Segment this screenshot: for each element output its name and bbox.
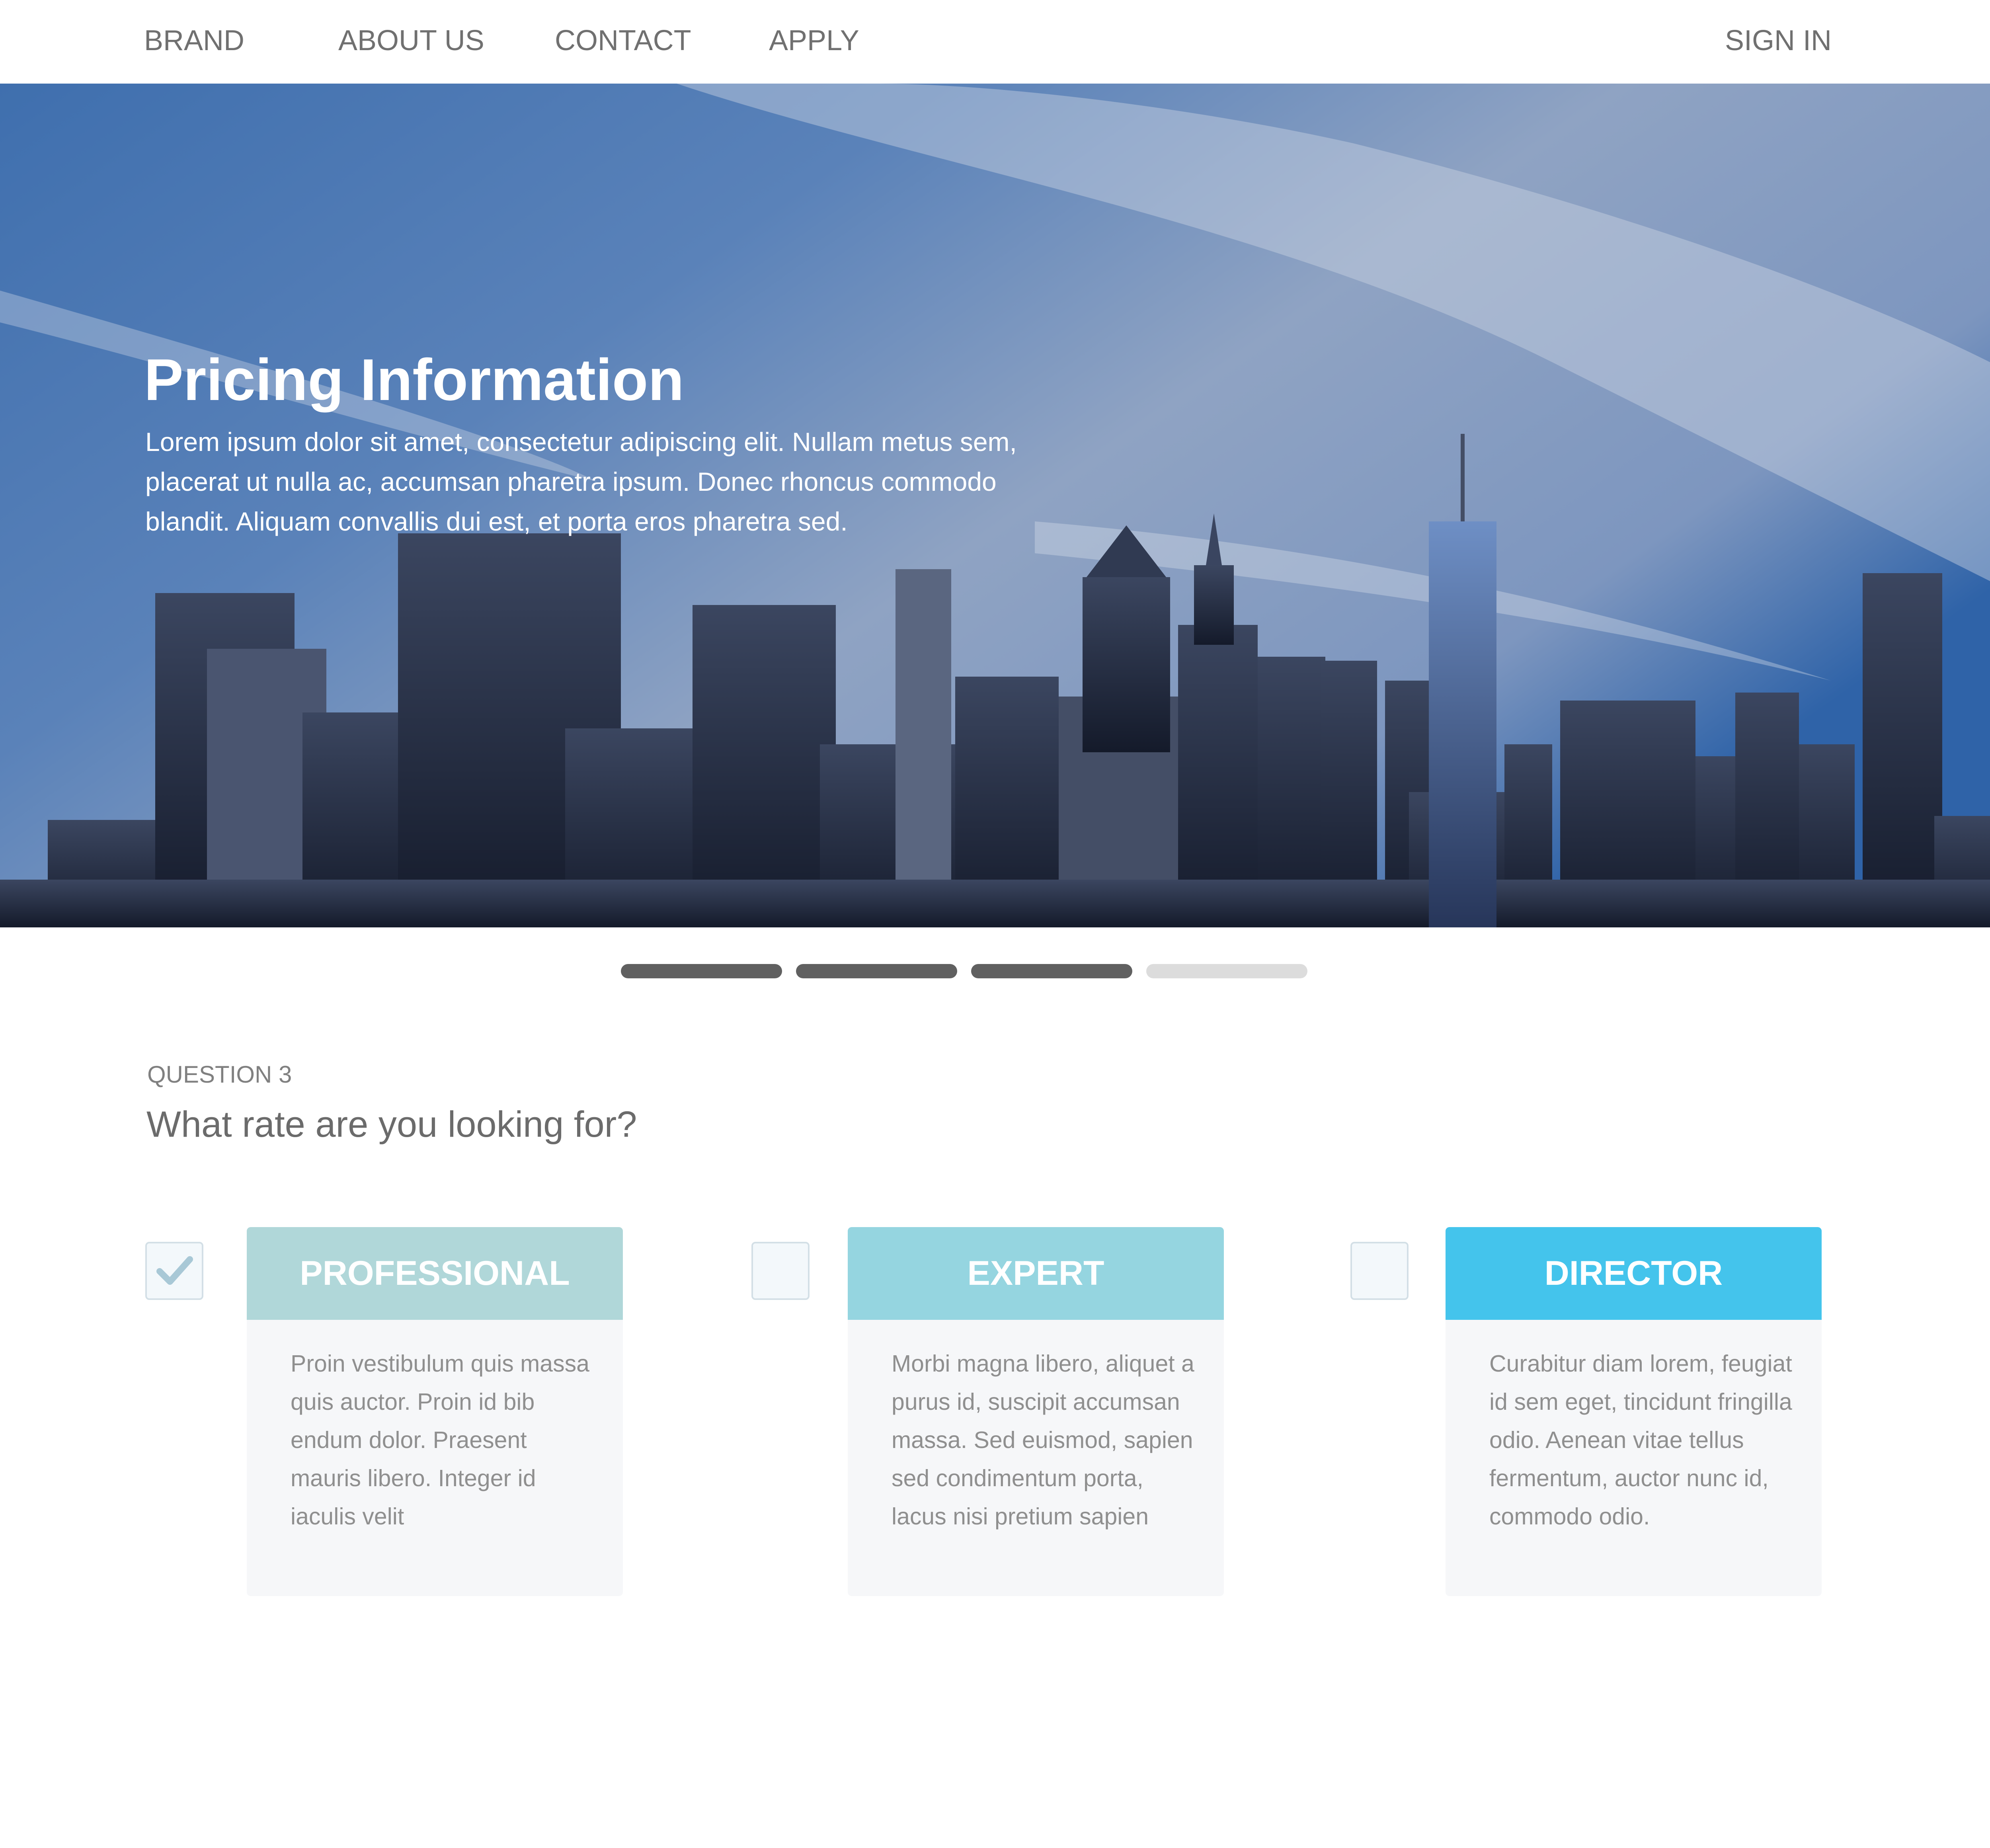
option-description: Curabitur diam lorem, feugiat id sem ege…: [1489, 1350, 1792, 1530]
hero-description: Lorem ipsum dolor sit amet, consectetur …: [145, 427, 1017, 536]
nav-contact[interactable]: CONTACT: [555, 21, 691, 60]
option-title: DIRECTOR: [1446, 1227, 1822, 1320]
question-number: QUESTION 3: [147, 1061, 292, 1088]
hero-title: Pricing Information: [144, 347, 684, 413]
progress-step-4: [1146, 964, 1307, 978]
hero-banner: Pricing Information Lorem ipsum dolor si…: [0, 84, 1990, 927]
option-card-professional[interactable]: PROFESSIONAL Proin vestibulum quis massa…: [247, 1227, 623, 1596]
expert-checkbox[interactable]: [751, 1242, 810, 1300]
option-card-expert[interactable]: EXPERT Morbi magna libero, aliquet a pur…: [848, 1227, 1224, 1596]
professional-checkbox[interactable]: [145, 1242, 203, 1300]
director-checkbox[interactable]: [1350, 1242, 1409, 1300]
nav-apply[interactable]: APPLY: [769, 21, 859, 60]
option-title: EXPERT: [848, 1227, 1224, 1320]
progress-step-1: [621, 964, 782, 978]
checkmark-icon: [156, 1256, 193, 1285]
brand-link[interactable]: BRAND: [144, 21, 244, 60]
option-card-director[interactable]: DIRECTOR Curabitur diam lorem, feugiat i…: [1446, 1227, 1822, 1596]
sign-in-link[interactable]: SIGN IN: [1725, 21, 1832, 60]
progress-step-2: [796, 964, 957, 978]
question-progress: [621, 964, 1307, 978]
option-description: Morbi magna libero, aliquet a purus id, …: [892, 1350, 1194, 1530]
option-title: PROFESSIONAL: [247, 1227, 623, 1320]
top-navigation: BRAND ABOUT US CONTACT APPLY SIGN IN: [0, 0, 1990, 84]
nav-about-us[interactable]: ABOUT US: [338, 21, 484, 60]
option-description: Proin vestibulum quis massa quis auctor.…: [291, 1350, 589, 1530]
question-text: What rate are you looking for?: [146, 1104, 637, 1145]
progress-step-3: [971, 964, 1132, 978]
